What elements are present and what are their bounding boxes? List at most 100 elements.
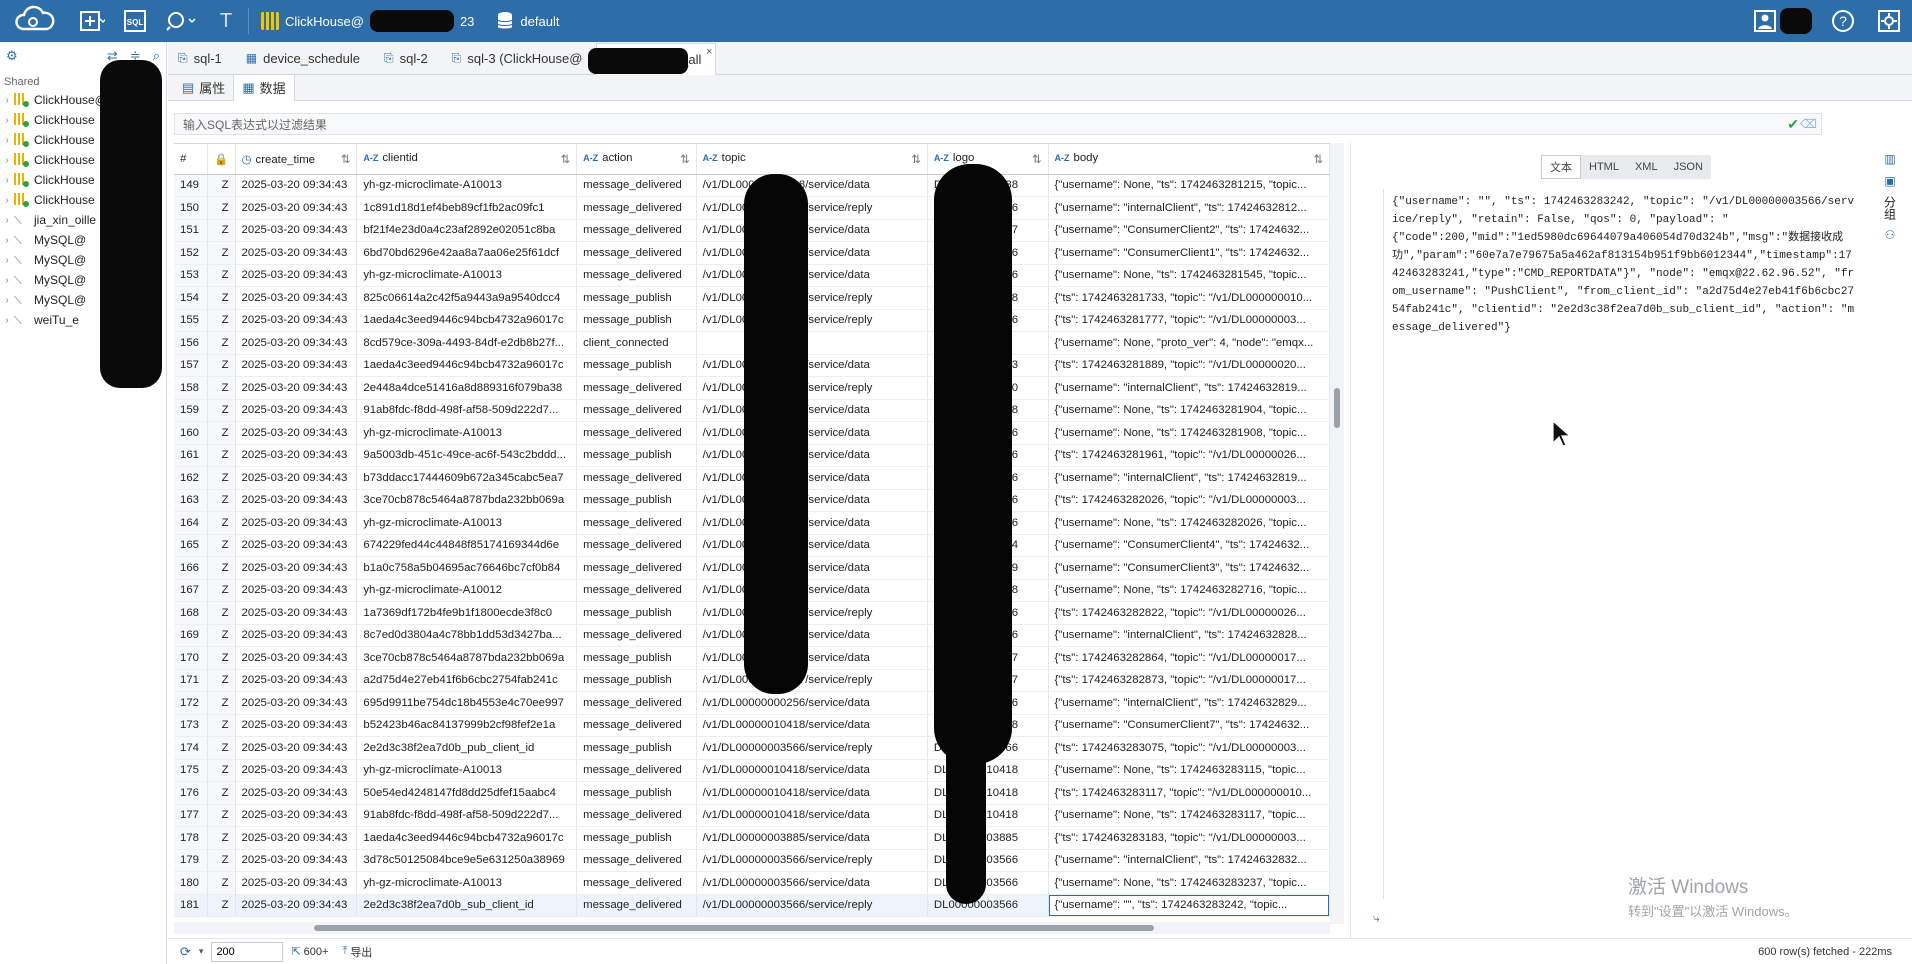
sort-icon[interactable]: ⇅ xyxy=(680,152,690,166)
body-cell[interactable]: {"ts": 1742463282822, "topic": "/v1/DL00… xyxy=(1048,601,1330,625)
chevron-right-icon[interactable]: › xyxy=(0,135,14,146)
topic-cell[interactable]: /v1/DL00000010418/service/data xyxy=(696,759,928,782)
create-time-cell[interactable]: 2025-03-20 09:34:43 xyxy=(235,714,358,737)
database-selector[interactable]: default xyxy=(488,0,567,42)
action-cell[interactable]: message_publish xyxy=(576,309,697,332)
create-time-cell[interactable]: 2025-03-20 09:34:43 xyxy=(235,174,358,197)
body-cell[interactable]: {"username": None, "ts": 1742463283115, … xyxy=(1048,759,1330,782)
body-cell[interactable]: {"username": None, "ts": 1742463282716, … xyxy=(1048,579,1330,602)
topic-cell[interactable]: /v1/DL00000000256/service/data xyxy=(696,241,928,265)
create-time-cell[interactable]: 2025-03-20 09:34:43 xyxy=(235,871,358,895)
action-cell[interactable]: message_delivered xyxy=(576,511,697,535)
clientid-cell[interactable]: 3d78c50125084bce9e5e631250a38969 xyxy=(356,849,578,872)
row-number-cell[interactable]: 181 xyxy=(174,894,209,917)
create-time-cell[interactable]: 2025-03-20 09:34:43 xyxy=(235,759,358,782)
clientid-cell[interactable]: 50e54ed4248147fd8dd25dfef15aabc4 xyxy=(356,781,578,805)
body-cell[interactable]: {"ts": 1742463281889, "topic": "/v1/DL00… xyxy=(1048,354,1330,377)
body-cell[interactable]: {"username": "", "ts": 1742463283242, "t… xyxy=(1048,894,1330,917)
fetch-size-input[interactable] xyxy=(211,941,284,962)
create-time-cell[interactable]: 2025-03-20 09:34:43 xyxy=(235,241,358,265)
table-row[interactable]: 176 Z 2025-03-20 09:34:43 50e54ed4248147fd8… xyxy=(174,781,1330,805)
clientid-cell[interactable]: a2d75d4e27eb41f6b6cbc2754fab241c xyxy=(356,669,578,692)
row-number-cell[interactable]: 151 xyxy=(174,219,209,242)
row-number-cell[interactable]: 177 xyxy=(174,804,209,827)
body-cell[interactable]: {"ts": 1742463282873, "topic": "/v1/DL00… xyxy=(1048,669,1330,692)
text-format-icon[interactable]: T xyxy=(208,0,244,42)
column-header-num[interactable]: # xyxy=(174,144,209,175)
timezone-cell[interactable]: Z xyxy=(207,894,236,917)
topic-cell[interactable]: /v1/DL00000010418/service/data xyxy=(696,399,928,422)
clientid-cell[interactable]: 1c891d18d1ef4beb89cf1fb2ac09fc1 xyxy=(356,196,578,220)
topic-cell[interactable]: /v1/DL00000003566/service/reply xyxy=(696,849,928,872)
clientid-cell[interactable]: yh-gz-microclimate-A10013 xyxy=(356,511,578,535)
export-button[interactable]: ⤒ 导出 xyxy=(342,944,372,960)
clientid-cell[interactable]: 1aeda4c3eed9446c94bcb4732a96017c xyxy=(356,309,578,332)
create-time-cell[interactable]: 2025-03-20 09:34:43 xyxy=(235,511,358,535)
clientid-cell[interactable]: 3ce70cb878c5464a8787bda232bb069a xyxy=(356,646,578,670)
row-number-cell[interactable]: 152 xyxy=(174,241,209,265)
action-cell[interactable]: message_delivered xyxy=(576,466,697,490)
topic-cell[interactable]: /v1/DL00000000256/service/reply xyxy=(696,601,928,625)
clientid-cell[interactable]: 1aeda4c3eed9446c94bcb4732a96017c xyxy=(356,826,578,850)
editor-tab[interactable]: ⎘ sql-3 (ClickHouse@ xyxy=(442,42,597,74)
body-cell[interactable]: {"username": "ConsumerClient4", "ts": 17… xyxy=(1048,534,1330,557)
create-time-cell[interactable]: 2025-03-20 09:34:43 xyxy=(235,354,358,377)
row-number-cell[interactable]: 174 xyxy=(174,736,209,760)
action-cell[interactable]: message_delivered xyxy=(576,219,697,242)
create-time-cell[interactable]: 2025-03-20 09:34:43 xyxy=(235,331,358,355)
create-time-cell[interactable]: 2025-03-20 09:34:43 xyxy=(235,804,358,827)
row-number-cell[interactable]: 165 xyxy=(174,534,209,557)
timezone-cell[interactable]: Z xyxy=(207,399,236,422)
action-cell[interactable]: message_publish xyxy=(576,826,697,850)
clientid-cell[interactable]: b52423b46ac84137999b2cf98fef2e1a xyxy=(356,714,578,737)
action-cell[interactable]: message_delivered xyxy=(576,759,697,782)
settings-gear-icon[interactable] xyxy=(1866,0,1912,42)
chevron-right-icon[interactable]: › xyxy=(0,275,14,286)
body-cell[interactable]: {"username": None, "ts": 1742463281908, … xyxy=(1048,421,1330,445)
format-tab[interactable]: XML xyxy=(1627,155,1666,179)
create-time-cell[interactable]: 2025-03-20 09:34:43 xyxy=(235,826,358,850)
value-panel-icon[interactable]: ▣ xyxy=(1884,174,1895,188)
active-connection-selector[interactable]: ClickHouse@ 23 xyxy=(253,0,482,42)
body-cell[interactable]: {"ts": 1742463283183, "topic": "/v1/DL00… xyxy=(1048,826,1330,850)
action-cell[interactable]: message_publish xyxy=(576,736,697,760)
body-cell[interactable]: {"username": "ConsumerClient7", "ts": 17… xyxy=(1048,714,1330,737)
row-number-cell[interactable]: 170 xyxy=(174,646,209,670)
create-time-cell[interactable]: 2025-03-20 09:34:43 xyxy=(235,669,358,692)
action-cell[interactable]: message_publish xyxy=(576,669,697,692)
body-cell[interactable]: {"username": "internalClient", "ts": 174… xyxy=(1048,691,1330,715)
create-time-cell[interactable]: 2025-03-20 09:34:43 xyxy=(235,556,358,580)
table-row[interactable]: 175 Z 2025-03-20 09:34:43 yh-gz-microclimat… xyxy=(174,759,1330,782)
body-cell[interactable]: {"username": None, "ts": 1742463282026, … xyxy=(1048,511,1330,535)
body-cell[interactable]: {"username": None, "ts": 1742463281545, … xyxy=(1048,264,1330,287)
row-number-cell[interactable]: 179 xyxy=(174,849,209,872)
sidebar-search-icon[interactable]: ⌕ xyxy=(153,48,160,64)
body-cell[interactable]: {"ts": 1742463281733, "topic": "/v1/DL00… xyxy=(1048,286,1330,310)
topic-cell[interactable]: /v1/DL00000003566/service/reply xyxy=(696,736,928,760)
row-number-cell[interactable]: 162 xyxy=(174,466,209,490)
timezone-cell[interactable]: Z xyxy=(207,849,236,872)
topic-cell[interactable]: /v1/DL00000003976/service/data xyxy=(696,511,928,535)
sidebar-settings-gear-icon[interactable]: ⚙ xyxy=(6,48,18,64)
topic-cell[interactable]: /v1/DL00000000256/service/data xyxy=(696,264,928,287)
timezone-cell[interactable]: Z xyxy=(207,264,236,287)
table-row[interactable]: 179 Z 2025-03-20 09:34:43 3d78c50125084bce9… xyxy=(174,849,1330,872)
timezone-cell[interactable]: Z xyxy=(207,444,236,467)
tab-properties[interactable]: ▤ 属性 xyxy=(174,75,233,101)
logo-cell[interactable]: DL00000003566 xyxy=(927,894,1049,917)
clientid-cell[interactable]: bf21f4e23d0a4c23af2892e02051c8ba xyxy=(356,219,578,242)
timezone-cell[interactable]: Z xyxy=(207,354,236,377)
timezone-cell[interactable]: Z xyxy=(207,714,236,737)
topic-cell[interactable]: /v1/DL00000010410/service/reply xyxy=(696,376,928,400)
topic-cell[interactable]: /v1/DL00000000256/service/data xyxy=(696,444,928,467)
preview-content[interactable]: {"username": "", "ts": 1742463283242, "t… xyxy=(1383,189,1863,899)
topic-cell[interactable]: /v1/DL00000003486/service/reply xyxy=(696,196,928,220)
action-cell[interactable]: message_delivered xyxy=(576,804,697,827)
app-logo-icon[interactable] xyxy=(0,0,70,42)
clientid-cell[interactable]: yh-gz-microclimate-A10013 xyxy=(356,871,578,895)
create-time-cell[interactable]: 2025-03-20 09:34:43 xyxy=(235,601,358,625)
apply-filter-check-icon[interactable]: ✔ xyxy=(1787,116,1799,133)
topic-cell[interactable]: /v1/DL00000000256/service/data xyxy=(696,691,928,715)
create-time-cell[interactable]: 2025-03-20 09:34:43 xyxy=(235,691,358,715)
row-number-cell[interactable]: 176 xyxy=(174,781,209,805)
